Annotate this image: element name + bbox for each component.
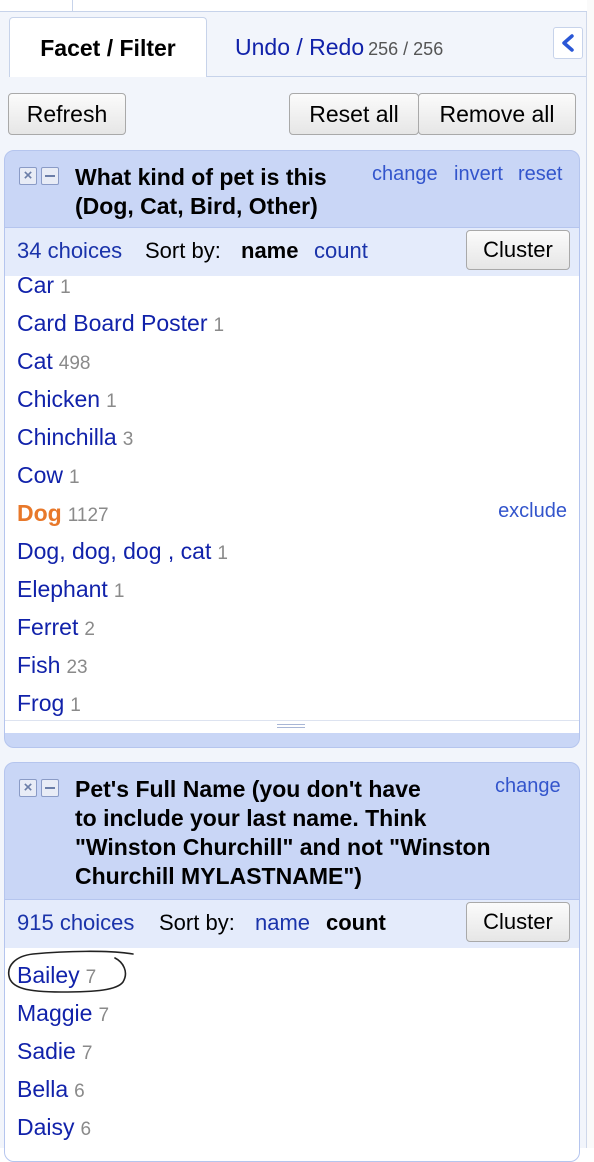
tab-facet-filter[interactable]: Facet / Filter: [9, 17, 207, 77]
close-facet-icon[interactable]: ×: [19, 779, 37, 797]
top-edge: [0, 0, 594, 12]
collapse-left-icon: [562, 34, 574, 52]
choice-name[interactable]: Cow: [17, 462, 63, 488]
choice-count: 1: [217, 543, 228, 564]
sort-name-option: name: [241, 238, 299, 263]
list-item[interactable]: Fish 23: [17, 650, 88, 683]
tab-facet-filter-label: Facet / Filter: [40, 35, 176, 61]
choice-name[interactable]: Cat: [17, 348, 53, 374]
choice-count: 1: [106, 391, 117, 412]
facet-title-line-4: Churchill MYLASTNAME"): [75, 863, 362, 889]
choice-name[interactable]: Chinchilla: [17, 424, 117, 450]
minimize-facet-icon[interactable]: [41, 779, 59, 797]
facet-title-line-2: to include your last name. Think: [75, 805, 427, 831]
choice-count: 1: [70, 695, 81, 716]
list-item[interactable]: Card Board Poster 1: [17, 308, 224, 341]
choice-count: 1: [113, 581, 125, 602]
facet-pet-full-name: × Pet's Full Name (you don't have to inc…: [4, 762, 580, 1162]
hand-drawn-circle: [7, 950, 134, 993]
undo-count: 256 / 256: [368, 39, 444, 59]
list-item[interactable]: Chicken 1: [17, 384, 117, 417]
list-item[interactable]: Sadie 7: [17, 1036, 92, 1069]
choice-name[interactable]: Sadie: [17, 1038, 76, 1064]
choice-count: 498: [58, 353, 91, 374]
choice-count: 7: [81, 1043, 93, 1064]
reset-link[interactable]: reset: [518, 163, 562, 186]
change-link[interactable]: change: [495, 775, 561, 798]
choice-count: 1: [69, 467, 80, 488]
list-item[interactable]: Cat 498: [17, 346, 91, 379]
facet-pet-kind: × What kind of pet is this (Dog, Cat, Bi…: [4, 150, 580, 748]
tab-undo-redo[interactable]: Undo / Redo 256 / 256: [235, 17, 505, 77]
choice-name[interactable]: Fish: [17, 652, 60, 678]
list-item-selected[interactable]: Dog 1127: [17, 498, 109, 531]
list-item[interactable]: Chinchilla 3: [17, 422, 133, 455]
facet-title-line-3: "Winston Churchill" and not "Winston: [75, 834, 491, 860]
choice-name[interactable]: Daisy: [17, 1114, 75, 1140]
choice-count: 3: [122, 429, 134, 450]
list-item[interactable]: Cow 1: [17, 460, 80, 493]
choice-count: 2: [84, 619, 95, 640]
facet-title-line-1: What kind of pet is this: [75, 164, 327, 190]
choice-name[interactable]: Card Board Poster: [17, 310, 207, 336]
choice-name[interactable]: Chicken: [17, 386, 100, 412]
change-link[interactable]: change: [372, 163, 438, 186]
collapse-panel-button[interactable]: [553, 27, 583, 59]
resize-grip-icon[interactable]: [5, 720, 579, 733]
facet-title-line-1: Pet's Full Name (you don't have: [75, 776, 421, 802]
list-item[interactable]: Ferret 2: [17, 612, 95, 645]
choice-name[interactable]: Bella: [17, 1076, 68, 1102]
list-item[interactable]: Maggie 7: [17, 998, 109, 1031]
choice-name[interactable]: Car: [17, 276, 54, 298]
choice-name[interactable]: Elephant: [17, 576, 108, 602]
minimize-facet-icon[interactable]: [41, 167, 59, 185]
facet-controls: 34 choices Sort by: name count Cluster: [5, 227, 579, 277]
choice-count: 1: [60, 277, 71, 298]
cluster-button[interactable]: Cluster: [466, 230, 570, 270]
choice-count: 1127: [67, 505, 109, 526]
choice-count: 7: [98, 1005, 110, 1026]
sort-by-label: Sort by:: [145, 238, 221, 263]
list-item[interactable]: Elephant 1: [17, 574, 124, 607]
close-facet-icon[interactable]: ×: [19, 167, 37, 185]
sort-name-option[interactable]: name: [255, 900, 310, 946]
list-item[interactable]: Frog 1: [17, 688, 81, 720]
list-item[interactable]: Car 1: [17, 276, 71, 303]
choices-count[interactable]: 915 choices: [17, 900, 134, 946]
sort-count-option[interactable]: count: [314, 228, 368, 274]
reset-all-button[interactable]: Reset all: [289, 93, 419, 135]
left-panel: Facet / Filter Undo / Redo 256 / 256 Refr…: [0, 12, 587, 1162]
choice-name[interactable]: Frog: [17, 690, 64, 716]
facet-title-line-2: (Dog, Cat, Bird, Other): [75, 193, 318, 219]
tabs-divider: [207, 76, 586, 77]
choice-name[interactable]: Maggie: [17, 1000, 92, 1026]
choice-list: Car 1 Card Board Poster 1 Cat 498 Chicken 1 …: [5, 276, 579, 720]
facet-controls: 915 choices Sort by: name count Cluster: [5, 899, 579, 949]
choice-count: 6: [74, 1081, 85, 1102]
choice-name[interactable]: Ferret: [17, 614, 78, 640]
choices-count[interactable]: 34 choices: [17, 228, 122, 274]
right-edge: [587, 0, 594, 1148]
list-item[interactable]: Bella 6: [17, 1074, 85, 1107]
refresh-button[interactable]: Refresh: [8, 93, 126, 135]
facet-title: What kind of pet is this (Dog, Cat, Bird…: [75, 163, 327, 221]
sort-count-option: count: [326, 910, 386, 935]
choice-list: Bailey 7 Maggie 7 Sadie 7 Bella 6 Daisy 6: [5, 948, 579, 1161]
choice-count: 6: [80, 1119, 92, 1140]
tab-undo-redo-label: Undo / Redo: [235, 34, 365, 60]
exclude-link[interactable]: exclude: [498, 496, 567, 526]
choice-count: 1: [213, 315, 225, 336]
sort-by-label: Sort by:: [159, 910, 235, 935]
list-item[interactable]: Daisy 6: [17, 1112, 91, 1145]
choice-name[interactable]: Dog: [17, 500, 62, 526]
invert-link[interactable]: invert: [454, 163, 503, 186]
cluster-button[interactable]: Cluster: [466, 902, 570, 942]
choice-name[interactable]: Dog, dog, dog , cat: [17, 538, 211, 564]
list-item[interactable]: Dog, dog, dog , cat 1: [17, 536, 228, 569]
facet-title: Pet's Full Name (you don't have to inclu…: [75, 775, 491, 891]
remove-all-button[interactable]: Remove all: [418, 93, 576, 135]
choice-count: 23: [66, 657, 88, 678]
